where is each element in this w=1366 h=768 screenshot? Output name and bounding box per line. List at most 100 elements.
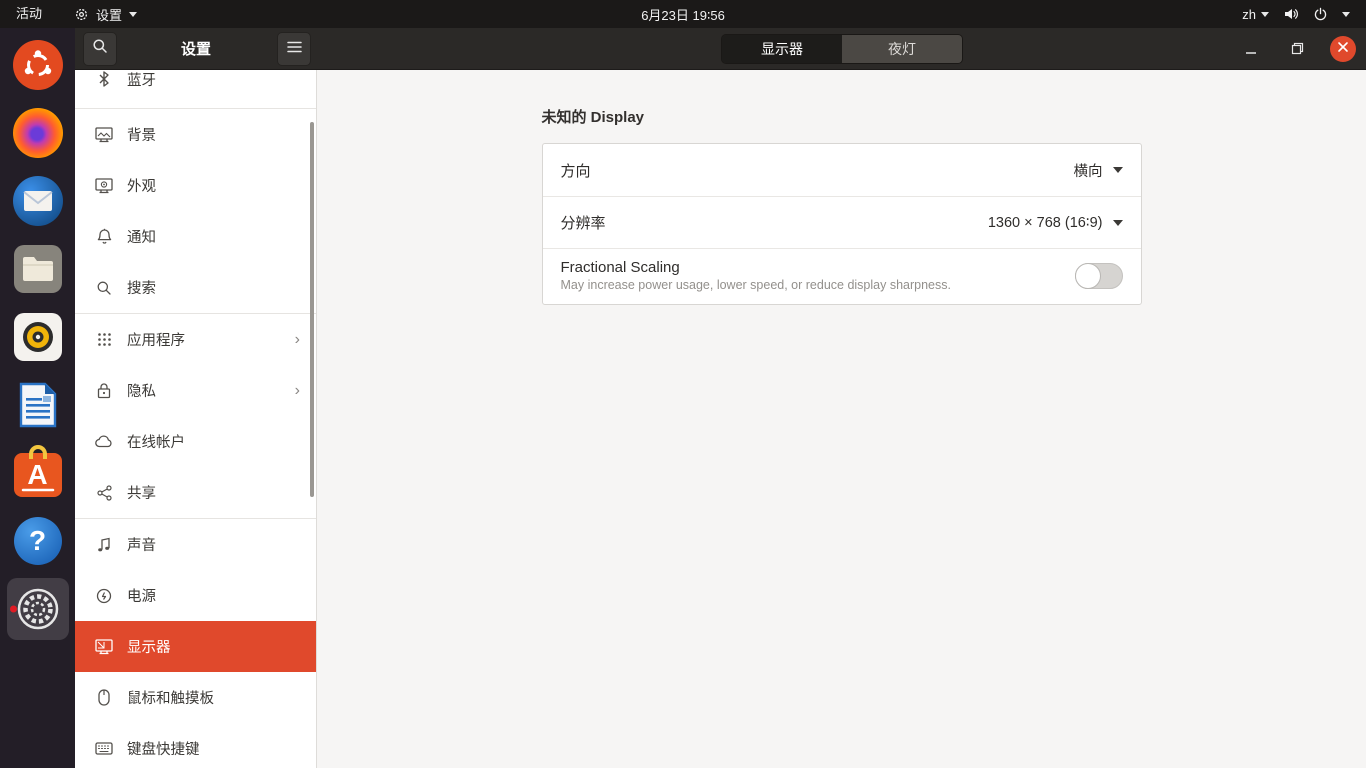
resolution-value: 1360 × 768 (16∶9) [988,215,1103,231]
firefox-icon [13,108,63,158]
hamburger-menu-icon [287,40,302,58]
fractional-scaling-toggle[interactable] [1075,263,1123,289]
sidebar-item-label: 背景 [127,124,156,145]
close-icon [1337,40,1349,58]
gear-icon [74,7,89,22]
dropdown-arrow-icon [1113,167,1123,173]
notifications-bell-icon [95,228,113,246]
resolution-label: 分辨率 [561,212,606,233]
chevron-right-icon: › [295,331,300,349]
orientation-dropdown[interactable]: 横向 [1074,160,1123,181]
sharing-icon [95,484,113,502]
settings-gear-icon [15,586,61,632]
sidebar-item-power[interactable]: 电源 [75,570,316,621]
minimize-button[interactable] [1238,36,1264,62]
sidebar-item-bluetooth[interactable]: 蓝牙 [75,70,316,108]
cloud-icon [95,433,113,451]
sidebar-item-label: 共享 [127,482,156,503]
dock-item-thunderbird[interactable] [7,170,69,232]
dock-item-help[interactable]: ? [7,510,69,572]
background-icon [95,126,113,144]
search-icon [95,279,113,297]
sidebar-item-label: 外观 [127,175,156,196]
display-options-card: 方向 横向 分辨率 1360 × 768 (16∶9) [542,143,1142,305]
bluetooth-icon [95,70,113,88]
dock-item-settings[interactable] [7,578,69,640]
tab-displays[interactable]: 显示器 [722,35,842,63]
sidebar-item-label: 应用程序 [127,329,185,350]
sidebar-item-sound[interactable]: 声音 [75,519,316,570]
header-bar: 设置 显示器 夜灯 [75,28,1366,70]
clock[interactable]: 6月23日 19∶56 [0,5,1366,24]
sidebar-item-label: 鼠标和触摸板 [127,687,214,708]
close-button[interactable] [1330,36,1356,62]
appearance-icon [95,177,113,195]
fractional-scaling-description: May increase power usage, lower speed, o… [561,278,952,292]
sidebar-item-applications[interactable]: 应用程序 › [75,314,316,365]
sidebar-item-label: 电源 [127,585,156,606]
running-indicator-dot [10,606,17,613]
sidebar-item-search[interactable]: 搜索 [75,262,316,313]
dock-item-firefox[interactable] [7,102,69,164]
sidebar-item-label: 通知 [127,226,156,247]
search-button[interactable] [83,32,117,66]
maximize-button[interactable] [1284,36,1310,62]
search-icon [92,38,108,59]
sidebar-item-background[interactable]: 背景 [75,109,316,160]
dock-item-rhythmbox[interactable] [7,306,69,368]
displays-monitor-icon [95,638,113,656]
keyboard-icon [95,740,113,758]
applications-grid-icon [95,331,113,349]
system-menu-chevron-icon[interactable] [1342,12,1350,17]
music-note-icon [95,536,113,554]
power-icon[interactable] [1313,7,1328,22]
display-heading: 未知的 Display [542,106,1142,127]
orientation-value: 横向 [1074,160,1103,181]
sidebar-item-sharing[interactable]: 共享 [75,467,316,518]
sidebar-item-label: 声音 [127,534,156,555]
sidebar-item-label: 隐私 [127,380,156,401]
activities-button[interactable]: 活动 [0,0,58,28]
sidebar-scrollbar[interactable] [310,122,314,497]
sidebar-item-privacy[interactable]: 隐私 › [75,365,316,416]
app-menu-label: 设置 [96,5,122,24]
sidebar-item-appearance[interactable]: 外观 [75,160,316,211]
dock-item-files[interactable] [7,238,69,300]
chevron-right-icon: › [295,382,300,400]
show-applications-button[interactable] [16,710,60,754]
dock-item-ubuntu[interactable] [7,34,69,96]
app-menu-button[interactable]: 设置 [64,0,147,28]
settings-window: 设置 显示器 夜灯 [75,28,1366,768]
keyboard-layout-indicator[interactable]: zh [1242,7,1269,22]
sidebar-item-online-accounts[interactable]: 在线帐户 [75,416,316,467]
chevron-down-icon [1261,12,1269,17]
display-tabs: 显示器 夜灯 [721,34,963,64]
files-icon [14,245,62,293]
sidebar-item-label: 键盘快捷键 [127,738,200,759]
settings-sidebar: 蓝牙 背景 外观 通知 [75,70,317,768]
toggle-knob [1075,263,1101,289]
chevron-down-icon [129,12,137,17]
rhythmbox-icon [14,313,62,361]
help-icon: ? [14,517,62,565]
primary-menu-button[interactable] [277,32,311,66]
tab-night-light[interactable]: 夜灯 [842,35,962,63]
resolution-dropdown[interactable]: 1360 × 768 (16∶9) [988,215,1123,231]
sidebar-item-keyboard-shortcuts[interactable]: 键盘快捷键 [75,723,316,768]
display-settings-content: 未知的 Display 方向 横向 分辨率 1360 × 768 (16∶9) [317,70,1366,768]
fractional-scaling-label: Fractional Scaling [561,259,952,276]
resolution-row[interactable]: 分辨率 1360 × 768 (16∶9) [543,196,1141,248]
dock-item-libreoffice-writer[interactable] [7,374,69,436]
sidebar-item-notifications[interactable]: 通知 [75,211,316,262]
orientation-row[interactable]: 方向 横向 [543,144,1141,196]
sidebar-item-displays[interactable]: 显示器 [75,621,316,672]
dock-item-ubuntu-software[interactable]: A [7,442,69,504]
volume-icon[interactable] [1283,6,1299,22]
ubuntu-software-icon: A [14,453,62,497]
libreoffice-writer-icon [15,381,61,429]
sidebar-item-mouse-touchpad[interactable]: 鼠标和触摸板 [75,672,316,723]
thunderbird-icon [13,176,63,226]
power-icon [95,587,113,605]
privacy-lock-icon [95,382,113,400]
dock: A ? [0,28,75,768]
